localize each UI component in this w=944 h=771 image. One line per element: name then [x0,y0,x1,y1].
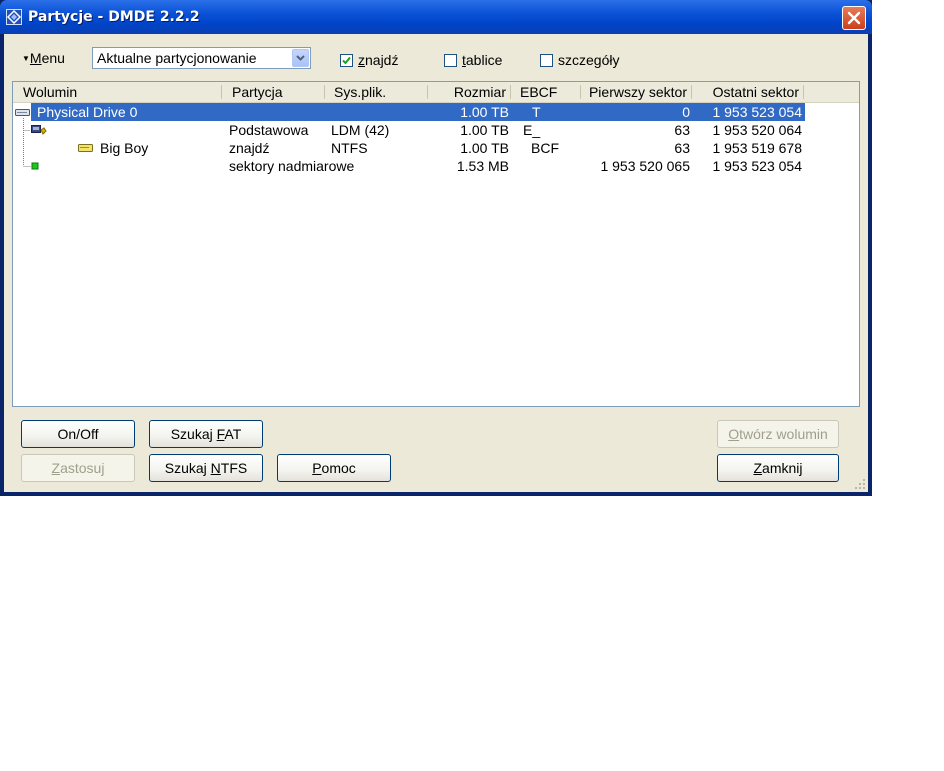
menu-button[interactable]: ▼Menu [22,50,65,66]
column-header-size[interactable]: Rozmiar [433,84,506,100]
app-icon [6,9,22,25]
title-bar[interactable]: Partycje - DMDE 2.2.2 [0,0,872,34]
row-size: 1.53 MB [456,158,509,174]
partitioning-select[interactable]: Aktualne partycjonowanie [92,47,311,69]
row-first-sector: 1 953 520 065 [600,158,690,174]
search-fat-button[interactable]: Szukaj FAT [149,420,263,448]
column-divider[interactable] [221,85,222,99]
row-volume: Big Boy [100,140,149,156]
row-filesystem: LDM (42) [331,122,390,138]
apply-button[interactable]: Zastosuj [21,454,135,482]
checkbox-tables-label: tablice [462,52,503,68]
column-divider[interactable] [803,85,804,99]
row-last-sector: 1 953 523 054 [712,104,802,120]
row-first-sector: 0 [682,104,690,120]
row-last-sector: 1 953 519 678 [712,140,802,156]
close-icon [847,11,861,25]
volume-icon [78,144,93,152]
dropdown-triangle-icon: ▼ [22,54,30,63]
window-title: Partycje - DMDE 2.2.2 [28,9,200,25]
column-header-first-sector[interactable]: Pierwszy sektor [585,84,687,100]
table-row[interactable]: Physical Drive 0 1.00 TB T 0 1 953 523 0… [13,103,859,121]
checkbox-details[interactable]: szczegóły [540,52,620,68]
resize-grip-icon[interactable] [854,478,866,490]
checkbox-details-label: szczegóły [558,52,620,68]
search-ntfs-button[interactable]: Szukaj NTFS [149,454,263,482]
column-divider[interactable] [580,85,581,99]
help-button[interactable]: Pomoc [277,454,391,482]
row-first-sector: 63 [674,122,690,138]
chevron-down-icon [296,55,305,61]
dialog-window: Partycje - DMDE 2.2.2 ▼Menu Aktualne par… [0,0,872,496]
row-ebcf: BCF [531,140,559,156]
checkbox-find-label: znajdź [358,52,399,68]
row-ebcf: T [532,104,541,120]
row-partition: znajdź [229,140,270,156]
column-divider[interactable] [324,85,325,99]
partitioning-select-value: Aktualne partycjonowanie [97,50,257,66]
checkbox-find-box[interactable] [340,53,353,67]
checkbox-tables-box[interactable] [444,53,457,67]
column-divider[interactable] [510,85,511,99]
hard-drive-icon [15,109,30,116]
free-space-icon [31,162,39,170]
row-first-sector: 63 [674,140,690,156]
table-row[interactable]: Big Boy znajdź NTFS 1.00 TB BCF 63 1 953… [13,139,859,157]
row-size: 1.00 TB [460,140,509,156]
onoff-button[interactable]: On/Off [21,420,135,448]
checkbox-tables[interactable]: tablice [444,52,502,68]
column-header-filesystem[interactable]: Sys.plik. [334,84,386,100]
close-window-button[interactable] [842,6,866,30]
table-row[interactable]: Podstawowa LDM (42) 1.00 TB E_ 63 1 953 … [13,121,859,139]
row-filesystem: NTFS [331,140,368,156]
close-button[interactable]: Zamknij [717,454,839,482]
partition-icon [31,125,47,135]
row-volume: Physical Drive 0 [37,104,138,120]
row-size: 1.00 TB [460,104,509,120]
partitions-list[interactable]: Wolumin Partycja Sys.plik. Rozmiar EBCF … [12,81,860,407]
open-volume-button[interactable]: Otwórz wolumin [717,420,839,448]
list-header: Wolumin Partycja Sys.plik. Rozmiar EBCF … [13,82,859,103]
row-size: 1.00 TB [460,122,509,138]
row-ebcf: E_ [523,122,541,138]
column-header-partition[interactable]: Partycja [232,84,283,100]
checkbox-find[interactable]: znajdź [340,52,398,68]
column-divider[interactable] [427,85,428,99]
row-last-sector: 1 953 520 064 [712,122,802,138]
row-partition: sektory nadmiarowe [229,158,355,174]
checkbox-details-box[interactable] [540,53,553,67]
column-divider[interactable] [691,85,692,99]
column-header-last-sector[interactable]: Ostatni sektor [697,84,799,100]
checkmark-icon [342,56,351,64]
combo-dropdown-button[interactable] [292,49,309,67]
row-partition: Podstawowa [229,122,309,138]
row-last-sector: 1 953 523 054 [712,158,802,174]
column-header-volume[interactable]: Wolumin [23,84,77,100]
dialog-body: ▼Menu Aktualne partycjonowanie znajdź ta… [4,34,868,492]
table-row[interactable]: sektory nadmiarowe 1.53 MB 1 953 520 065… [13,157,859,175]
column-header-ebcf[interactable]: EBCF [520,84,557,100]
